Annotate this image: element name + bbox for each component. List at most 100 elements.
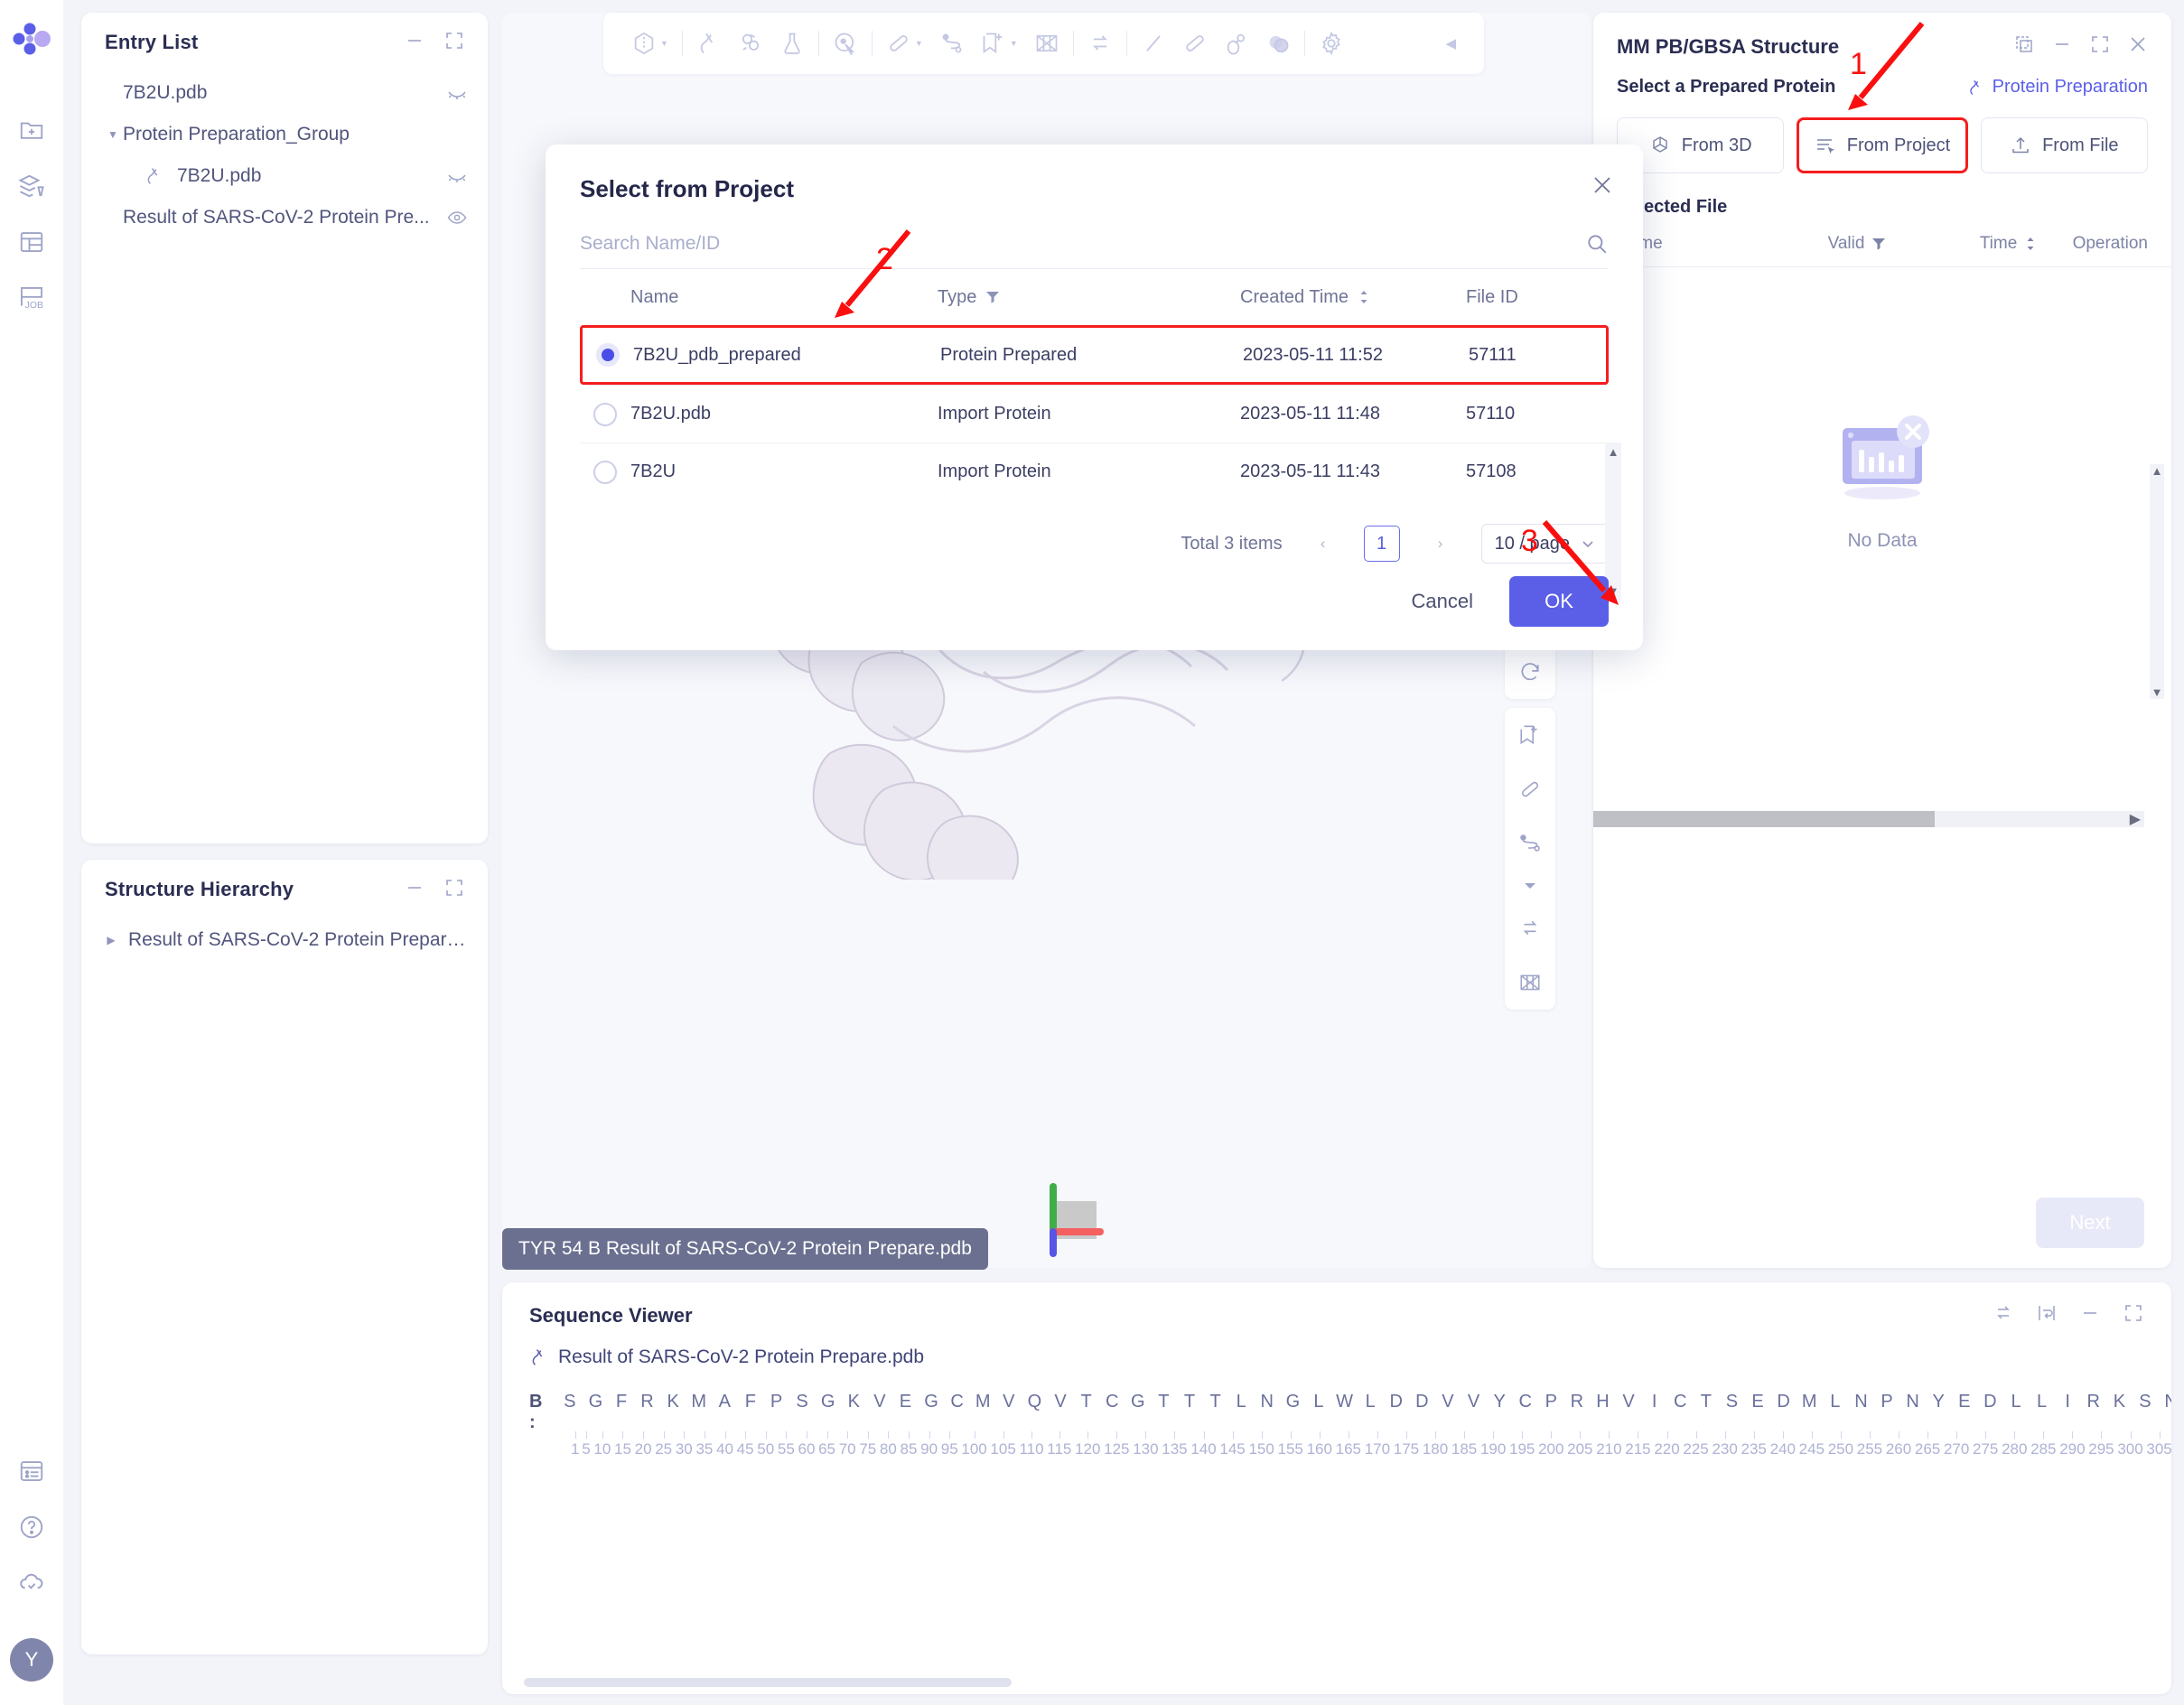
maximize-icon[interactable] — [2123, 1302, 2144, 1328]
residue-cell[interactable]: H — [1590, 1392, 1616, 1412]
radio-button[interactable] — [593, 402, 617, 426]
cloud-check-icon[interactable] — [11, 1562, 52, 1604]
residue-cell[interactable]: E — [1745, 1392, 1771, 1412]
chevron-right-icon[interactable]: ▶ — [101, 934, 121, 946]
sequence-file-row[interactable]: Result of SARS-CoV-2 Protein Prepare.pdb — [502, 1328, 2171, 1368]
tab-from-project[interactable]: From Project — [1797, 117, 1968, 173]
bookmark-add-icon[interactable] — [1505, 708, 1555, 762]
residue-cell[interactable]: N — [2158, 1392, 2171, 1412]
list-item[interactable]: 7B2U.pdb — [81, 72, 488, 114]
residue-cell[interactable]: D — [1977, 1392, 2003, 1412]
residue-cell[interactable]: K — [841, 1392, 867, 1412]
eye-hidden-icon[interactable] — [446, 82, 468, 104]
minimize-icon[interactable] — [405, 31, 425, 55]
column-time[interactable]: Time — [1980, 234, 2073, 254]
row-radio[interactable] — [580, 460, 630, 484]
scroll-down-arrow-icon[interactable]: ▼ — [1608, 584, 1619, 598]
residue-cell[interactable]: V — [867, 1392, 893, 1412]
page-number[interactable]: 1 — [1363, 526, 1400, 562]
column-type[interactable]: Type — [938, 287, 1240, 308]
residue-cell[interactable]: S — [789, 1392, 816, 1412]
cancel-button[interactable]: Cancel — [1399, 581, 1486, 622]
residue-cell[interactable]: M — [686, 1392, 712, 1412]
chevron-down-icon[interactable]: ▼ — [1010, 39, 1018, 48]
sidebar-item-job[interactable]: JOB — [11, 277, 52, 319]
residue-cell[interactable]: T — [1073, 1392, 1099, 1412]
gear-icon[interactable] — [1311, 23, 1352, 63]
residue-cell[interactable]: G — [1280, 1392, 1306, 1412]
residue-cell[interactable]: R — [2080, 1392, 2106, 1412]
residue-cell[interactable]: P — [763, 1392, 789, 1412]
residue-cell[interactable]: Q — [1022, 1392, 1048, 1412]
swap-arrows-icon[interactable] — [1505, 901, 1555, 955]
sidebar-item-new-project[interactable] — [11, 109, 52, 151]
swap-arrows-icon[interactable] — [1993, 1302, 2014, 1328]
radio-button[interactable] — [593, 460, 617, 484]
list-item[interactable]: ▶ Result of SARS-CoV-2 Protein Prepare..… — [81, 919, 488, 961]
residue-cell[interactable]: N — [1899, 1392, 1926, 1412]
residue-cell[interactable]: L — [2029, 1392, 2055, 1412]
residue-cell[interactable]: D — [1770, 1392, 1797, 1412]
molecule-icon[interactable] — [730, 23, 771, 63]
chevron-left-icon[interactable]: ◀ — [1445, 35, 1456, 51]
residue-cell[interactable]: F — [609, 1392, 635, 1412]
residue-cell[interactable]: S — [1719, 1392, 1745, 1412]
residue-cell[interactable]: C — [1667, 1392, 1694, 1412]
benzene-ring-icon[interactable]: ▼ — [623, 23, 677, 63]
sidebar-item-workflow[interactable] — [11, 165, 52, 207]
residue-cell[interactable]: L — [2003, 1392, 2030, 1412]
maximize-icon[interactable] — [444, 878, 464, 902]
sequence-horizontal-scrollbar[interactable] — [524, 1678, 2150, 1687]
residue-cell[interactable]: E — [1952, 1392, 1978, 1412]
residue-cell[interactable]: V — [996, 1392, 1022, 1412]
search-input[interactable] — [580, 233, 1585, 255]
residue-cell[interactable]: S — [556, 1392, 583, 1412]
table-row[interactable]: 7B2U.pdb Import Protein 2023-05-11 11:48… — [580, 385, 1609, 443]
residue-cell[interactable]: P — [1538, 1392, 1564, 1412]
line-icon[interactable] — [1133, 23, 1174, 63]
row-radio[interactable] — [580, 402, 630, 426]
table-row[interactable]: 7B2U_pdb_prepared Protein Prepared 2023-… — [580, 325, 1609, 385]
protein-preparation-link[interactable]: Protein Preparation — [1967, 77, 2148, 98]
swap-arrows-icon[interactable] — [1079, 23, 1121, 63]
search-icon[interactable] — [1585, 232, 1609, 256]
residue-cell[interactable]: F — [738, 1392, 764, 1412]
residue-cell[interactable]: D — [1383, 1392, 1409, 1412]
residue-cell[interactable]: T — [1177, 1392, 1203, 1412]
residue-cell[interactable]: V — [1435, 1392, 1461, 1412]
toolbar-collapse-button[interactable]: ◀ — [1437, 23, 1464, 63]
residue-cell[interactable]: R — [1564, 1392, 1591, 1412]
residue-cell[interactable]: K — [2106, 1392, 2133, 1412]
residue-cell[interactable]: G — [583, 1392, 609, 1412]
residue-cell[interactable]: K — [660, 1392, 686, 1412]
radio-button-selected[interactable] — [596, 343, 620, 367]
residue-cell[interactable]: V — [1048, 1392, 1074, 1412]
stick-icon[interactable] — [1505, 762, 1555, 816]
residue-cell[interactable]: T — [1694, 1392, 1720, 1412]
residue-cell[interactable]: P — [1874, 1392, 1900, 1412]
chevron-down-icon[interactable]: ▼ — [103, 128, 123, 141]
refresh-icon[interactable] — [1505, 645, 1555, 699]
next-page-button[interactable]: › — [1423, 526, 1458, 561]
eye-hidden-icon[interactable] — [446, 165, 468, 187]
wrap-lines-icon[interactable] — [2036, 1302, 2058, 1328]
table-row[interactable]: 7B2U Import Protein 2023-05-11 11:43 571… — [580, 443, 1609, 500]
close-icon[interactable] — [1591, 173, 1614, 201]
residue-cell[interactable]: A — [712, 1392, 738, 1412]
restore-icon[interactable] — [2014, 34, 2034, 59]
grid-map-icon[interactable] — [1505, 955, 1555, 1010]
residue-cell[interactable]: R — [634, 1392, 660, 1412]
stick-icon[interactable] — [1174, 23, 1216, 63]
maximize-icon[interactable] — [2090, 34, 2110, 59]
residue-cell[interactable]: L — [1306, 1392, 1332, 1412]
residue-cell[interactable]: D — [1409, 1392, 1435, 1412]
residue-cell[interactable]: M — [970, 1392, 996, 1412]
app-logo-icon[interactable] — [11, 20, 52, 66]
ball-stick-icon[interactable] — [1216, 23, 1257, 63]
list-item[interactable]: 7B2U.pdb — [81, 155, 488, 197]
sequence-track[interactable]: B : SGFRKMAFPSGKVEGCMVQVTCGTTTLNGLWLDDVV… — [502, 1368, 2171, 1458]
avatar[interactable]: Y — [10, 1638, 53, 1682]
maximize-icon[interactable] — [444, 31, 464, 55]
scroll-right-arrow-icon[interactable]: ▶ — [2130, 810, 2141, 828]
residue-cell[interactable]: N — [1254, 1392, 1280, 1412]
